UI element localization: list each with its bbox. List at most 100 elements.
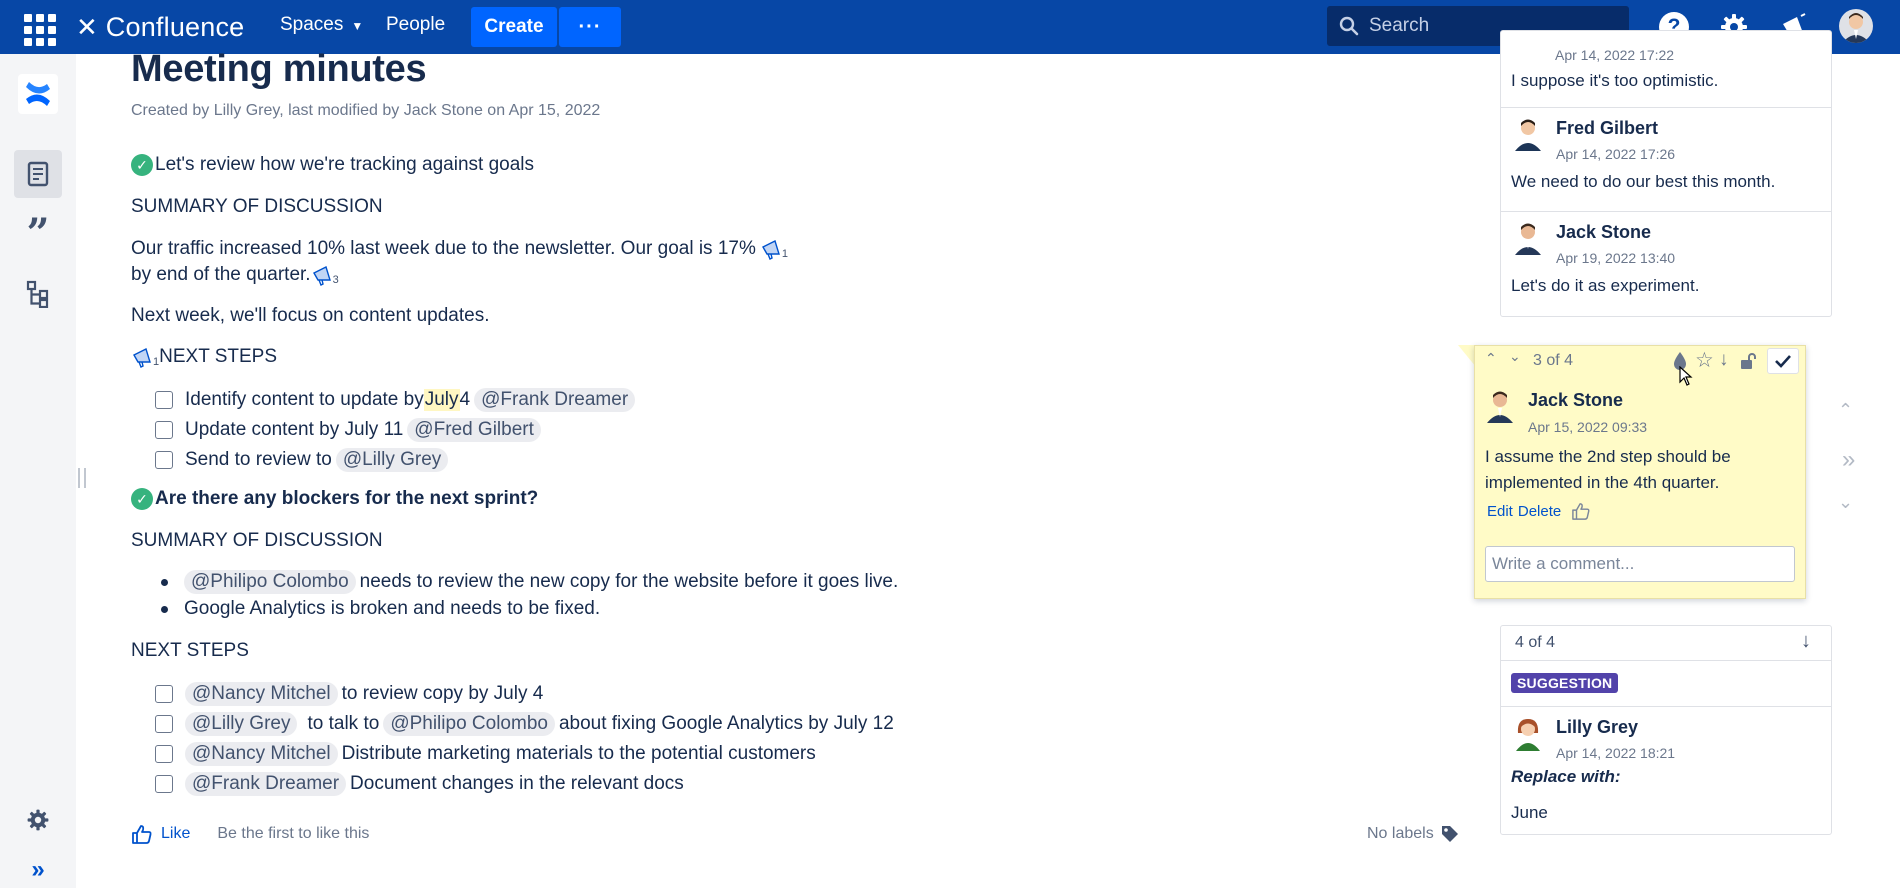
avatar[interactable] xyxy=(1513,117,1543,151)
comment-text: I suppose it's too optimistic. xyxy=(1511,71,1719,90)
comment-author[interactable]: Lilly Grey xyxy=(1556,717,1638,738)
create-more-button[interactable]: ··· xyxy=(559,7,621,47)
like-button[interactable]: Like xyxy=(161,825,190,843)
arrow-down-icon[interactable]: ↓ xyxy=(1801,630,1811,653)
spaces-label: Spaces xyxy=(280,14,344,35)
user-mention[interactable]: @Fred Gilbert xyxy=(407,418,541,442)
task-text: Document changes in the relevant docs xyxy=(350,773,684,794)
search-icon xyxy=(1339,16,1359,36)
like-note: Be the first to like this xyxy=(217,825,370,842)
blog-quote-icon[interactable]: ” xyxy=(14,210,62,258)
scroll-down-chevron-icon[interactable]: ⌄ xyxy=(1838,492,1853,513)
list-item-text: needs to review the new copy for the web… xyxy=(359,571,899,592)
inline-comment-marker[interactable]: 1 xyxy=(131,346,159,368)
comment-counter: 3 of 4 xyxy=(1533,352,1574,369)
task-checkbox[interactable] xyxy=(155,391,173,409)
comment-author[interactable]: Jack Stone xyxy=(1556,222,1651,243)
comment-count: 1 xyxy=(781,248,788,260)
user-avatar[interactable] xyxy=(1839,9,1873,43)
comment-date: Apr 14, 2022 17:22 xyxy=(1555,47,1675,63)
avatar[interactable] xyxy=(1513,717,1543,751)
comment-toolbar: ⌃ ⌄ 3 of 4 ☆ ↓ xyxy=(1475,346,1805,386)
highlighted-text[interactable]: July xyxy=(423,389,460,411)
confluence-logo[interactable]: ✕ Confluence xyxy=(76,9,244,45)
confluence-mark-icon: ✕ xyxy=(76,11,98,42)
task-checkbox[interactable] xyxy=(155,685,173,703)
avatar[interactable] xyxy=(1513,221,1543,255)
task-item: Send to review to @Lilly Grey xyxy=(155,448,452,472)
inline-comment-marker[interactable]: 1 xyxy=(760,238,788,260)
paragraph: Next week, we'll focus on content update… xyxy=(131,305,490,326)
task-checkbox[interactable] xyxy=(155,715,173,733)
delete-comment-link[interactable]: Delete xyxy=(1518,503,1561,520)
user-mention[interactable]: @Philipo Colombo xyxy=(383,712,555,736)
arrow-down-icon[interactable]: ↓ xyxy=(1719,349,1729,371)
list-item-text: Google Analytics is broken and needs to … xyxy=(184,598,601,619)
spaces-menu[interactable]: Spaces ▼ xyxy=(280,14,363,36)
previous-comment-chevron-up-icon[interactable]: ⌃ xyxy=(1485,350,1497,367)
suggestion-badge: SUGGESTION xyxy=(1511,673,1619,693)
next-comment-chevron-down-icon[interactable]: ⌄ xyxy=(1509,348,1521,365)
user-mention[interactable]: @Frank Dreamer xyxy=(474,388,636,412)
list-item: @Philipo Colombo needs to review the new… xyxy=(161,570,898,594)
user-mention[interactable]: @Lilly Grey xyxy=(335,448,449,472)
inline-comment-marker[interactable]: 3 xyxy=(311,264,339,286)
page-tree-icon[interactable] xyxy=(14,270,62,318)
user-mention[interactable]: @Nancy Mitchel xyxy=(185,742,338,766)
app-switcher-icon[interactable] xyxy=(20,10,56,46)
comment-date: Apr 14, 2022 17:26 xyxy=(1556,146,1676,162)
megaphone-icon xyxy=(761,240,780,260)
star-icon[interactable]: ☆ xyxy=(1695,348,1714,373)
page-title: Meeting minutes xyxy=(131,48,427,90)
sidebar-resize-handle[interactable] xyxy=(78,468,86,488)
summary-heading: SUMMARY OF DISCUSSION xyxy=(131,530,383,551)
space-logo[interactable] xyxy=(18,74,58,114)
comment-counter: 4 of 4 xyxy=(1515,634,1556,651)
megaphone-icon xyxy=(312,266,331,286)
section-heading: ✓ Let's review how we're tracking agains… xyxy=(131,154,534,176)
replace-label: Replace with: xyxy=(1511,767,1621,786)
task-checkbox[interactable] xyxy=(155,421,173,439)
comment-author[interactable]: Jack Stone xyxy=(1528,390,1623,411)
comment-date: Apr 15, 2022 09:33 xyxy=(1528,419,1648,435)
user-mention[interactable]: @Frank Dreamer xyxy=(185,772,347,796)
people-link[interactable]: People xyxy=(386,14,445,36)
check-icon xyxy=(1775,355,1791,368)
thumbs-up-icon[interactable] xyxy=(131,824,153,844)
create-button[interactable]: Create xyxy=(471,7,557,47)
page-content: Meeting minutes Created by Lilly Grey, l… xyxy=(131,48,1461,888)
unlock-icon[interactable] xyxy=(1739,352,1757,375)
mouse-cursor-icon xyxy=(1679,365,1693,391)
collapse-comments-icon[interactable]: » xyxy=(1842,446,1855,474)
page-byline: Created by Lilly Grey, last modified by … xyxy=(131,102,601,119)
user-mention[interactable]: @Philipo Colombo xyxy=(184,570,356,594)
comment-reply-input[interactable] xyxy=(1485,546,1795,582)
task-text: Send to review to xyxy=(185,449,332,470)
comment-author[interactable]: Fred Gilbert xyxy=(1556,118,1658,139)
space-settings-gear-icon[interactable] xyxy=(14,796,62,844)
task-text: to talk to xyxy=(307,713,380,734)
chevron-down-icon: ▼ xyxy=(351,19,364,33)
expand-sidebar-icon[interactable]: » xyxy=(14,846,62,888)
task-checkbox[interactable] xyxy=(155,745,173,763)
pages-icon[interactable] xyxy=(14,150,62,198)
suggestion-card: 4 of 4 ↓ SUGGESTION Lilly Grey Apr 14, 2… xyxy=(1500,625,1832,835)
replacement-text: June xyxy=(1511,803,1548,822)
task-checkbox[interactable] xyxy=(155,775,173,793)
task-item: Update content by July 11 @Fred Gilbert xyxy=(155,418,545,442)
user-mention[interactable]: @Lilly Grey xyxy=(185,712,298,736)
next-steps-heading: NEXT STEPS xyxy=(131,640,249,661)
task-checkbox[interactable] xyxy=(155,451,173,469)
no-labels-text: No labels xyxy=(1367,825,1434,842)
user-mention[interactable]: @Nancy Mitchel xyxy=(185,682,338,706)
avatar[interactable] xyxy=(1485,389,1515,423)
edit-comment-link[interactable]: Edit xyxy=(1487,503,1513,520)
label-tag-icon[interactable] xyxy=(1440,824,1460,844)
comment-item: Fred Gilbert Apr 14, 2022 17:26 We need … xyxy=(1501,107,1831,211)
resolve-check-button[interactable] xyxy=(1767,348,1799,374)
comment-item: Lilly Grey Apr 14, 2022 18:21 Replace wi… xyxy=(1501,706,1831,836)
list-item: Google Analytics is broken and needs to … xyxy=(161,598,600,620)
scroll-up-chevron-icon[interactable]: ⌃ xyxy=(1838,400,1853,421)
like-comment-icon[interactable] xyxy=(1571,502,1591,520)
comment-thread-card: Apr 14, 2022 17:22 I suppose it's too op… xyxy=(1500,30,1832,317)
